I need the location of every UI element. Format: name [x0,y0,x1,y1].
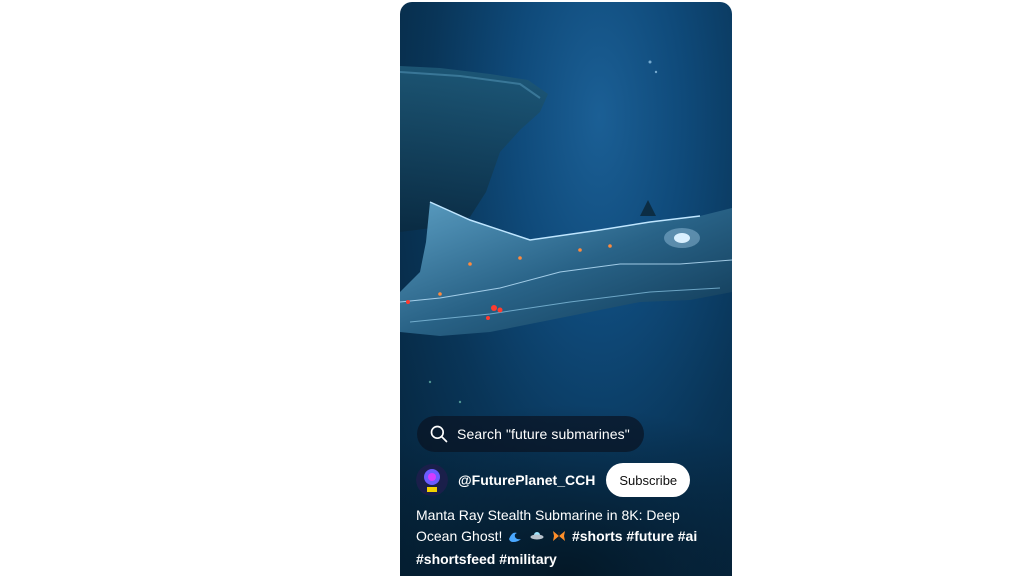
hashtag-link[interactable]: #shortsfeed [416,551,495,567]
wave-icon [508,528,522,549]
shorts-player[interactable]: Search "future submarines" @FuturePlanet… [400,2,732,576]
hashtag-link[interactable]: #future [626,528,673,544]
channel-handle[interactable]: @FuturePlanet_CCH [458,472,595,488]
hashtag-link[interactable]: #ai [678,528,697,544]
hashtag-link[interactable]: #military [499,551,557,567]
video-title[interactable]: Manta Ray Stealth Submarine in 8K: Deep … [416,505,716,570]
hashtag-link[interactable]: #shorts [572,528,623,544]
channel-avatar[interactable] [416,464,448,496]
ufo-icon [530,528,544,549]
butterfly-icon [552,528,566,549]
subscribe-button[interactable]: Subscribe [606,463,691,497]
channel-row: @FuturePlanet_CCH Subscribe [416,460,691,500]
search-icon [430,425,448,443]
search-suggestion-chip[interactable]: Search "future submarines" [417,416,644,452]
search-suggestion-label: Search "future submarines" [457,426,630,442]
